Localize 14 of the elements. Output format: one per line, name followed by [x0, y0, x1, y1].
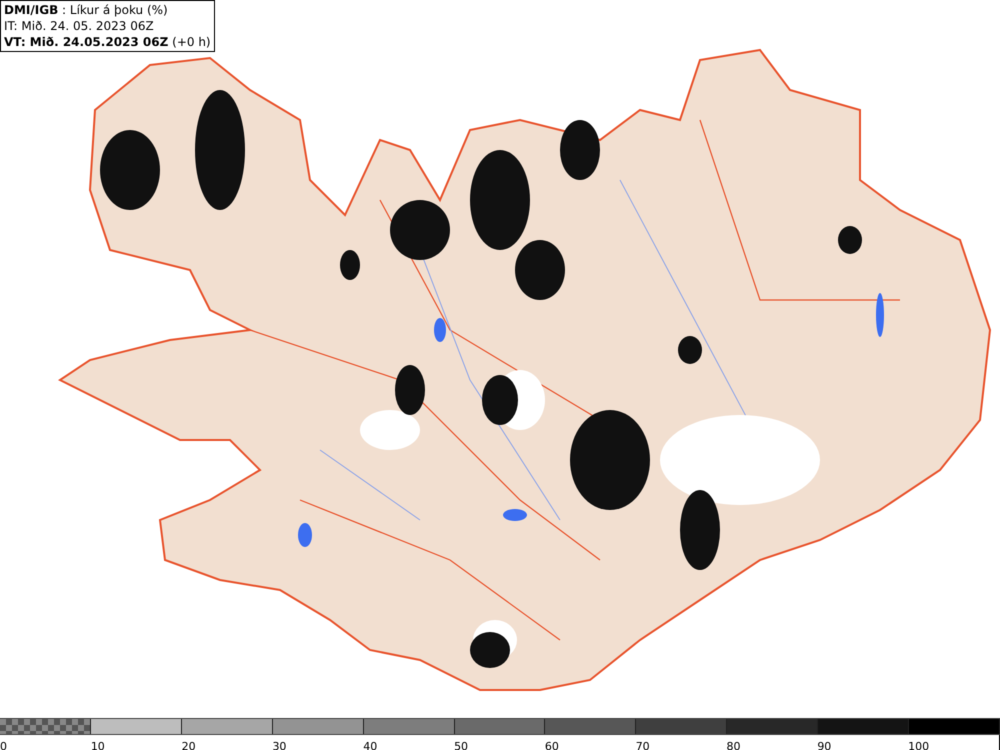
colorbar-tick-label: 0	[0, 740, 7, 750]
colorbar-tick-label: 80	[726, 740, 740, 750]
legend-line: VT: Mið. 24.05.2023 06Z (+0 h)	[4, 34, 211, 50]
colorbar-tick-label: 40	[363, 740, 378, 750]
colorbar-tick-label: 100	[908, 740, 930, 750]
colorbar-tick-label: 20	[182, 740, 196, 750]
colorbar-tick-label: 60	[544, 740, 559, 750]
legend-line: DMI/IGB : Líkur á þoku (%)	[4, 2, 169, 18]
legend-line: IT: Mið. 24. 05. 2023 06Z	[4, 18, 155, 34]
colorbar-tick-label: 70	[636, 740, 650, 750]
colorbar-tick-label: 50	[454, 740, 468, 750]
colorbar-tick-label: 30	[272, 740, 286, 750]
colorbar-tick-label: 90	[817, 740, 832, 750]
colorbar-tick-label: 10	[90, 740, 105, 750]
